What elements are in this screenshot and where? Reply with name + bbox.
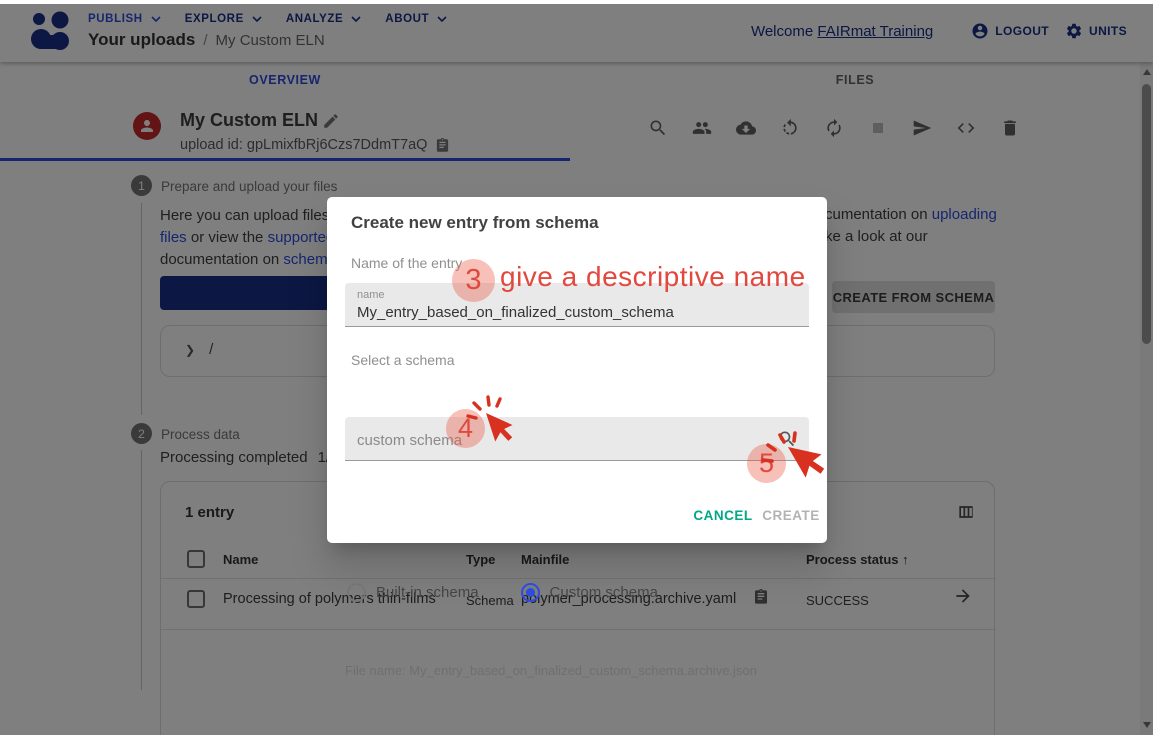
cancel-button[interactable]: CANCEL xyxy=(688,502,758,528)
create-entry-dialog: Create new entry from schema Name of the… xyxy=(327,197,827,543)
radio-selected-dot xyxy=(526,588,535,597)
custom-schema-radio[interactable] xyxy=(521,583,540,602)
schema-type-radio-group: Built-in schema Custom schema xyxy=(347,583,658,602)
custom-schema-radio-label[interactable]: Custom schema xyxy=(550,584,658,601)
annotation-step3-text: give a descriptive name xyxy=(500,261,806,293)
annotation-click-cursor-icon xyxy=(758,428,856,514)
builtin-schema-radio-label[interactable]: Built-in schema xyxy=(376,584,479,601)
entry-name-input[interactable] xyxy=(357,301,769,323)
top-edge-strip xyxy=(0,0,1153,4)
builtin-schema-radio[interactable] xyxy=(347,583,366,602)
custom-schema-field[interactable] xyxy=(345,417,809,461)
entry-name-field-label: name xyxy=(357,289,385,301)
custom-schema-input[interactable] xyxy=(357,429,769,451)
annotation-click-cursor-icon xyxy=(462,392,550,468)
name-section-label: Name of the entry xyxy=(351,255,462,271)
schema-section-label: Select a schema xyxy=(351,352,455,368)
annotation-step3-badge: 3 xyxy=(452,259,495,302)
dialog-title: Create new entry from schema xyxy=(351,213,599,233)
nomad-upload-page: PUBLISH EXPLORE ANALYZE ABOUT Your uploa… xyxy=(0,0,1153,735)
file-name-helper: File name: My_entry_based_on_finalized_c… xyxy=(345,663,757,678)
